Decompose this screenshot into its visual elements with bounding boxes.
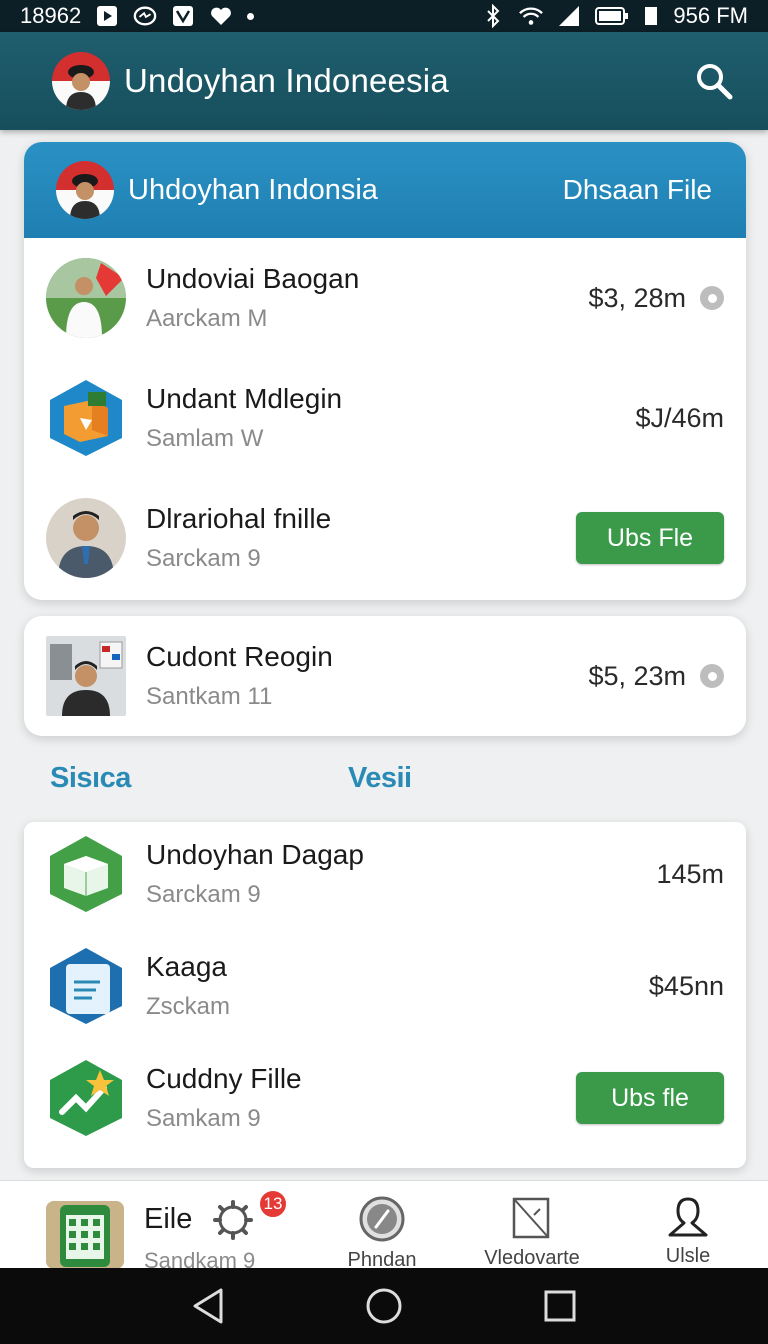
play-icon (95, 4, 119, 28)
man-photo (46, 498, 126, 578)
row-title: Undoyhan Dagap (146, 839, 364, 870)
system-nav-bar (0, 1268, 768, 1344)
featured-card: Uhdoyhan Indonsia Dhsaan File Undoviai B… (24, 142, 746, 600)
recents-button[interactable] (538, 1284, 582, 1328)
list-item[interactable]: Cuddny Fille Samkam 9 Ubs fle (24, 1038, 746, 1158)
row-subtitle: Samkam 9 (146, 1105, 261, 1132)
row-subtitle: Santkam 11 (146, 683, 273, 710)
sim-icon (643, 4, 659, 28)
row-value: $3, 28m (588, 282, 686, 313)
row-title: Undoviai Baogan (146, 263, 360, 294)
row-title: Dlrariohal fnille (146, 503, 332, 534)
use-file-button[interactable]: Ubs Fle (576, 512, 724, 564)
row-title: Kaaga (146, 951, 227, 982)
back-icon (193, 1288, 223, 1324)
status-time: 956 FM (673, 3, 748, 28)
list-item[interactable]: Kaaga Zsckam $45nn (24, 926, 746, 1046)
app-title: Undoyhan Indoneesia (124, 62, 449, 99)
list-item[interactable]: Undant Mdlegin Samlam W $J/46m (24, 358, 746, 478)
row-title: Cuddny Fille (146, 1063, 302, 1094)
nav-label: Vledovarte (484, 1247, 580, 1269)
row-subtitle: Samlam W (146, 425, 264, 452)
app-icon (171, 4, 195, 28)
row-subtitle: Aarckam M (146, 305, 268, 332)
row-subtitle: Sarckam 9 (146, 545, 261, 572)
list-item[interactable]: Undoviai Baogan Aarckam M $3, 28m (24, 238, 746, 358)
notification-badge: 13 (258, 1189, 288, 1219)
nav-vledovarte[interactable]: Vledovarte (462, 1195, 602, 1270)
card-header-title: Uhdoyhan Indonsia (128, 173, 378, 206)
list-item[interactable]: Dlrariohal fnille Sarckam 9 Ubs Fle (24, 478, 746, 598)
status-bar: 18962 956 FM (0, 0, 768, 32)
app-list-card: Undoyhan Dagap Sarckam 9 145m Kaaga Zsck… (24, 822, 746, 1168)
document-slash-icon (512, 1197, 550, 1239)
back-button[interactable] (186, 1284, 230, 1328)
tab-left[interactable]: Sisıca (50, 762, 131, 795)
row-value: $J/46m (635, 402, 724, 433)
section-tabs: Sisıca Vesii (50, 762, 730, 802)
nav-label: Ulsle (665, 1245, 711, 1267)
search-button[interactable] (692, 59, 736, 103)
person-photo (46, 258, 126, 338)
nav-file[interactable]: Eile Sandkam 9 13 (46, 1189, 288, 1274)
list-item[interactable]: Undoyhan Dagap Sarckam 9 145m (24, 822, 746, 934)
row-subtitle: Zsckam (146, 993, 230, 1020)
card-header-logo (56, 161, 114, 219)
app-bar: Undoyhan Indoneesia (0, 32, 768, 130)
search-icon (697, 64, 733, 100)
row-value: 145m (656, 858, 724, 889)
chart-star-icon (46, 1058, 126, 1138)
app-logo (52, 52, 110, 110)
office-photo (46, 636, 126, 716)
person-icon (668, 1197, 708, 1237)
status-left-text: 18962 (20, 3, 82, 28)
nav-phndan[interactable]: Phndan (312, 1195, 452, 1272)
recents-icon (544, 1290, 576, 1322)
home-icon (366, 1288, 402, 1324)
row-value: $5, 23m (588, 660, 686, 691)
nav-ulsle[interactable]: Ulsle (618, 1195, 758, 1268)
info-dot-icon[interactable] (700, 286, 724, 310)
list-item[interactable]: Cudont Reogin Santkam 11 $5, 23m (24, 616, 746, 736)
dot-icon (247, 12, 255, 20)
green-box-icon (46, 834, 126, 914)
row-value: $45nn (648, 970, 724, 1001)
compass-icon (359, 1196, 405, 1242)
card-header: Uhdoyhan Indonsia Dhsaan File (24, 142, 746, 238)
box-app-icon (46, 378, 126, 458)
messenger-icon (133, 4, 157, 28)
wifi-icon (519, 4, 544, 28)
gear-icon (212, 1199, 254, 1246)
use-file-button[interactable]: Ubs fle (576, 1072, 724, 1124)
row-title: Cudont Reogin (146, 641, 333, 672)
bluetooth-icon (481, 4, 505, 28)
battery-icon (595, 4, 629, 28)
row-subtitle: Sarckam 9 (146, 881, 261, 908)
info-dot-icon[interactable] (700, 664, 724, 688)
calendar-app-icon (46, 1201, 124, 1269)
home-button[interactable] (362, 1284, 406, 1328)
card-header-action[interactable]: Dhsaan File (563, 174, 712, 206)
heart-icon (209, 4, 233, 28)
bottom-nav: Eile Sandkam 9 13 Phndan Vledovarte Ulsl… (0, 1180, 768, 1273)
row-title: Undant Mdlegin (146, 383, 343, 414)
signal-icon (557, 4, 581, 28)
document-icon (46, 946, 126, 1026)
single-item-card: Cudont Reogin Santkam 11 $5, 23m (24, 616, 746, 736)
tab-middle[interactable]: Vesii (348, 762, 412, 795)
